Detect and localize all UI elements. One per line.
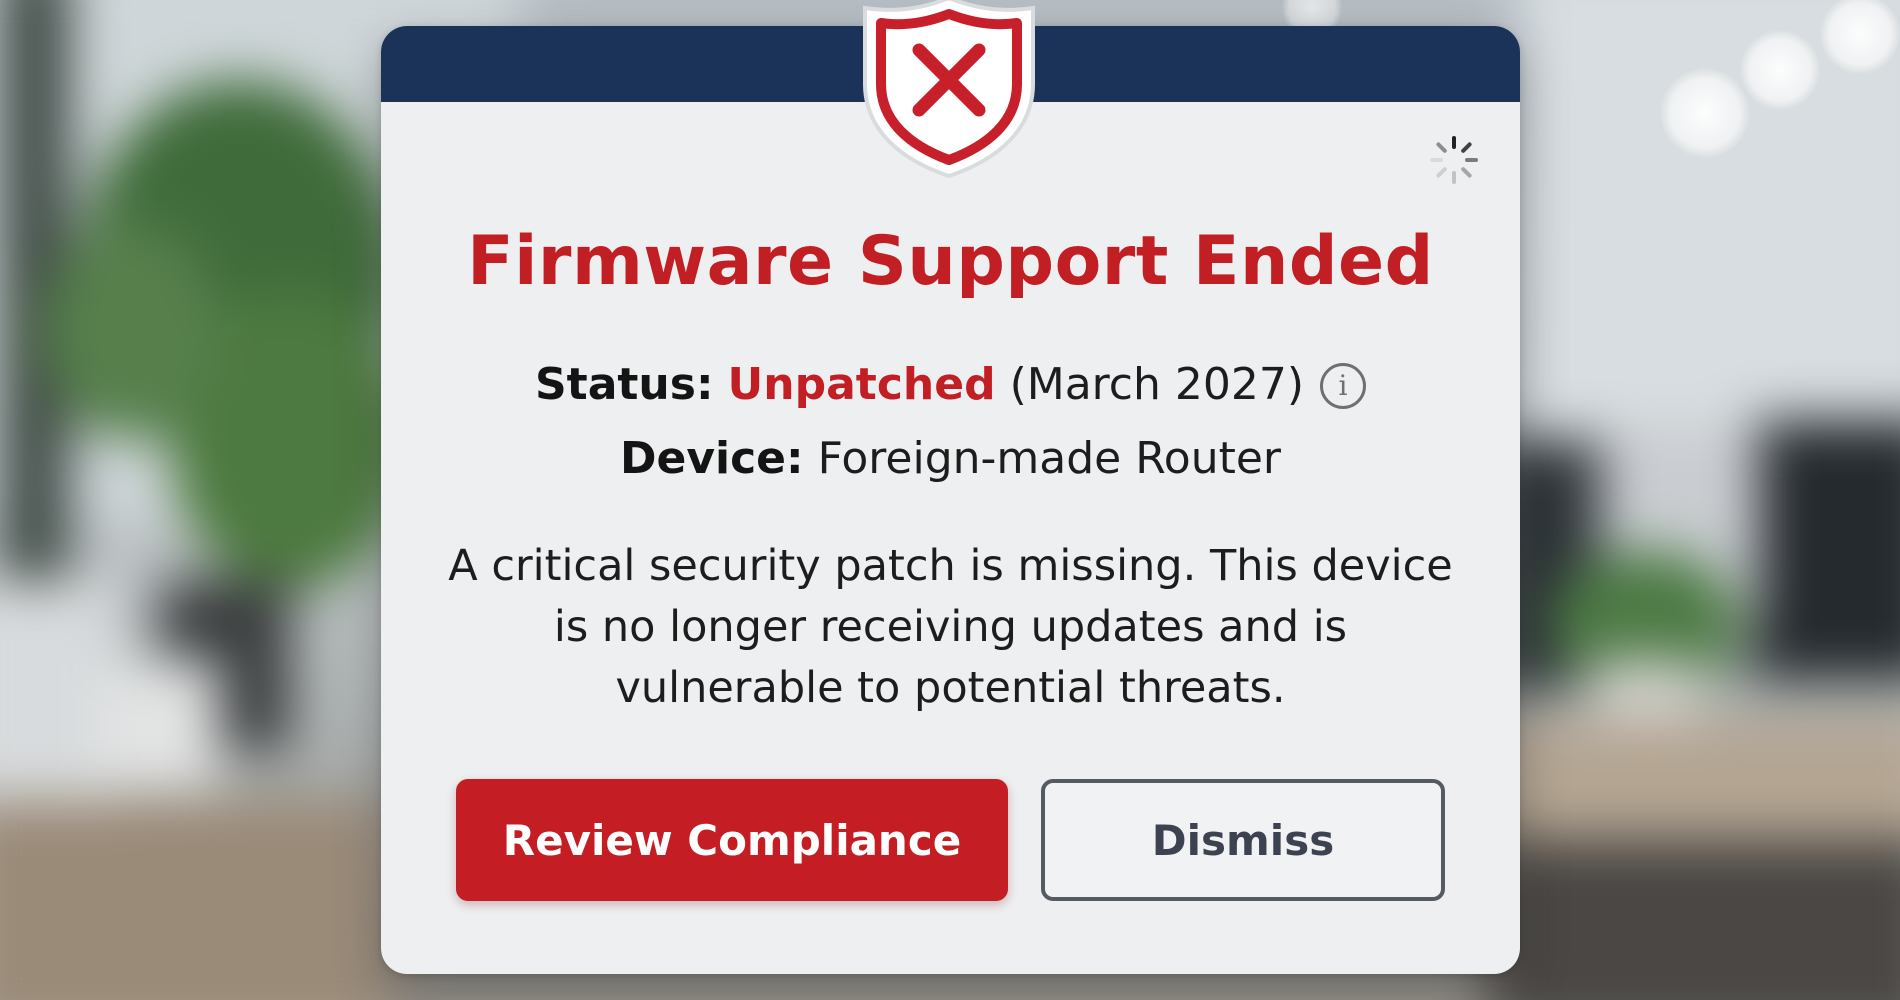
bokeh-light xyxy=(1740,30,1820,110)
status-label: Status: xyxy=(534,359,714,410)
status-line: Status: Unpatched (March 2027) i xyxy=(381,357,1520,413)
review-compliance-button[interactable]: Review Compliance xyxy=(456,779,1008,901)
spinner-icon xyxy=(1430,136,1478,184)
alert-message: A critical security patch is missing. Th… xyxy=(448,541,1453,713)
bokeh-light xyxy=(1660,68,1750,158)
status-value: Unpatched xyxy=(727,359,996,410)
shield-x-icon xyxy=(863,0,1035,179)
status-date: (March 2027) xyxy=(1009,359,1304,410)
device-label: Device: xyxy=(619,433,804,484)
screen: Firmware Support Ended Status: Unpatched… xyxy=(0,0,1900,1000)
info-icon[interactable]: i xyxy=(1320,363,1366,409)
device-line: Device: Foreign-made Router xyxy=(381,431,1520,487)
device-value: Foreign-made Router xyxy=(817,433,1282,484)
dialog-title: Firmware Support Ended xyxy=(467,222,1434,301)
dismiss-button[interactable]: Dismiss xyxy=(1041,779,1445,901)
